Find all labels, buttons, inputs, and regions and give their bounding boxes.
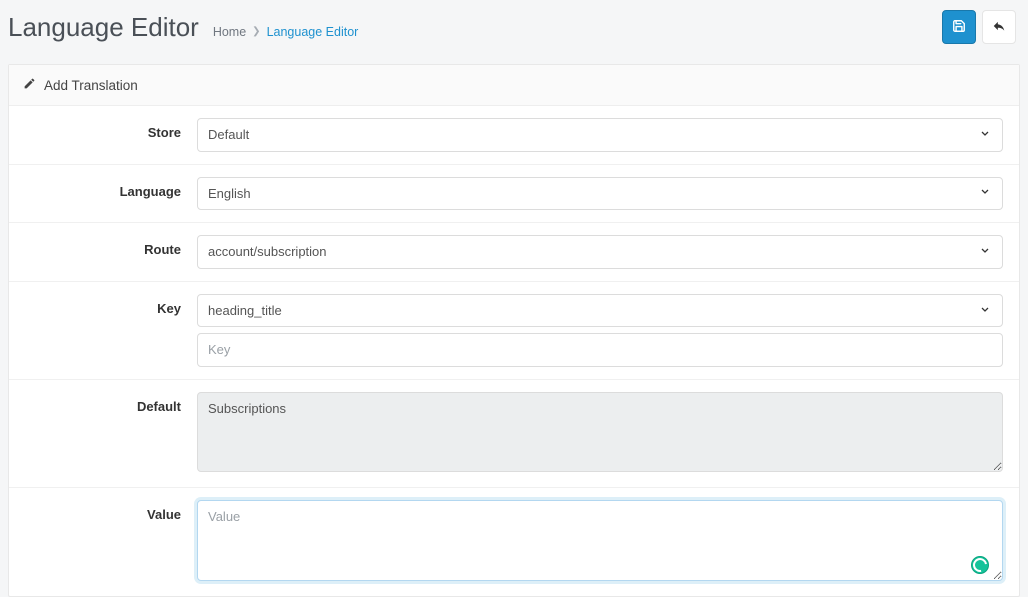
language-select[interactable]: English	[197, 177, 1003, 211]
key-select[interactable]: heading_title	[197, 294, 1003, 328]
panel-title: Add Translation	[44, 78, 138, 93]
store-label: Store	[25, 118, 197, 140]
default-label: Default	[25, 392, 197, 414]
value-textarea[interactable]	[197, 500, 1003, 580]
route-label: Route	[25, 235, 197, 257]
page-header: Language Editor Home ❯ Language Editor	[0, 0, 1028, 64]
save-icon	[952, 19, 966, 36]
breadcrumb: Home ❯ Language Editor	[213, 25, 358, 39]
breadcrumb-current[interactable]: Language Editor	[267, 25, 359, 39]
default-textarea: Subscriptions	[197, 392, 1003, 472]
panel-header: Add Translation	[9, 65, 1019, 106]
breadcrumb-home[interactable]: Home	[213, 25, 246, 39]
store-select[interactable]: Default	[197, 118, 1003, 152]
reply-icon	[992, 19, 1006, 36]
language-label: Language	[25, 177, 197, 199]
panel: Add Translation Store Default Language E…	[8, 64, 1020, 597]
page-title: Language Editor	[8, 12, 199, 43]
key-input[interactable]	[197, 333, 1003, 367]
chevron-right-icon: ❯	[252, 26, 260, 37]
value-label: Value	[25, 500, 197, 522]
pencil-icon	[23, 77, 36, 93]
save-button[interactable]	[942, 10, 976, 44]
key-label: Key	[25, 294, 197, 316]
route-select[interactable]: account/subscription	[197, 235, 1003, 269]
back-button[interactable]	[982, 10, 1016, 44]
